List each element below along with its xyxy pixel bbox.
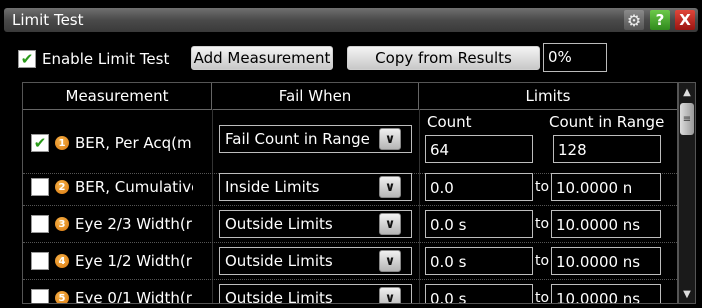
- measurement-number-badge: 3: [55, 217, 69, 231]
- enable-limit-test-checkbox[interactable]: ✔: [18, 50, 36, 68]
- to-label: to: [535, 179, 550, 195]
- copy-from-results-button[interactable]: Copy from Results: [347, 46, 540, 70]
- fail-when-value: Outside Limits: [225, 289, 333, 304]
- fail-when-value: Fail Count in Range: [225, 130, 370, 148]
- help-icon[interactable]: ?: [650, 10, 670, 30]
- scrollbar-thumb[interactable]: ≡: [680, 103, 694, 135]
- add-measurement-button[interactable]: Add Measurement: [191, 46, 333, 70]
- gear-icon[interactable]: ⚙: [624, 10, 644, 30]
- header-fail-when: Fail When: [212, 83, 419, 109]
- fail-when-value: Inside Limits: [225, 178, 320, 196]
- chevron-down-icon[interactable]: ∨: [379, 176, 401, 198]
- to-label: to: [535, 290, 550, 304]
- to-label: to: [535, 253, 550, 269]
- upper-limit-field[interactable]: 10.0000 ns: [551, 284, 661, 303]
- upper-limit-field[interactable]: 10.0000 ns: [551, 247, 661, 275]
- lower-limit-field[interactable]: 0.0 s: [425, 284, 533, 303]
- measurement-number-badge: 1: [55, 136, 69, 150]
- measurement-name: Eye 2/3 Width(r: [75, 215, 192, 233]
- measurement-name: Eye 1/2 Width(r: [75, 252, 192, 270]
- progress-readout: 0%: [543, 43, 607, 72]
- header-limits: Limits: [525, 87, 571, 105]
- count-label: Count: [427, 113, 472, 131]
- checkmark-icon: ✔: [33, 133, 47, 152]
- measurement-number-badge: 4: [55, 254, 69, 268]
- limit-test-panel: Limit Test ⚙ ? X ✔ Enable Limit Test Add…: [0, 0, 702, 308]
- row-checkbox[interactable]: [31, 178, 49, 196]
- measurement-number-badge: 5: [55, 291, 69, 303]
- count-in-range-field[interactable]: 128: [553, 135, 661, 163]
- measurement-name: BER, Per Acq(m: [75, 134, 192, 152]
- chevron-down-icon[interactable]: ∨: [379, 287, 401, 303]
- title-bar: Limit Test ⚙ ? X: [4, 8, 698, 32]
- measurement-name: Eye 0/1 Width(r: [75, 289, 192, 304]
- count-in-range-label: Count in Range: [549, 113, 665, 131]
- window-title: Limit Test: [12, 11, 84, 29]
- row-checkbox[interactable]: ✔: [31, 134, 49, 152]
- checkmark-icon: ✔: [20, 49, 34, 68]
- close-icon[interactable]: X: [675, 10, 695, 30]
- upper-limit-field[interactable]: 10.0000 ns: [551, 210, 661, 238]
- lower-limit-field[interactable]: 0.0 s: [425, 247, 533, 275]
- measurement-number-badge: 2: [55, 180, 69, 194]
- chevron-down-icon[interactable]: ∨: [379, 250, 401, 272]
- fail-when-value: Outside Limits: [225, 252, 333, 270]
- lower-limit-field[interactable]: 0.0: [425, 173, 533, 201]
- enable-limit-test-label: Enable Limit Test: [42, 50, 170, 68]
- count-field[interactable]: 64: [425, 135, 533, 163]
- fail-when-value: Outside Limits: [225, 215, 333, 233]
- scroll-down-arrow-icon[interactable]: ▼: [680, 287, 694, 301]
- vertical-scrollbar[interactable]: ▲ ≡ ▼: [678, 82, 696, 304]
- lower-limit-field[interactable]: 0.0 s: [425, 210, 533, 238]
- to-label: to: [535, 216, 550, 232]
- upper-limit-field[interactable]: 10.0000 n: [551, 173, 661, 201]
- measurement-table: Measurement Fail When Limits ✔ 1 BER, Pe…: [22, 82, 678, 304]
- header-measurement: Measurement: [23, 83, 212, 109]
- row-checkbox[interactable]: [31, 289, 49, 303]
- measurement-name: BER, Cumulative: [75, 178, 193, 196]
- table-header: Measurement Fail When Limits: [23, 83, 677, 110]
- chevron-down-icon[interactable]: ∨: [379, 128, 401, 150]
- row-checkbox[interactable]: [31, 252, 49, 270]
- scroll-up-arrow-icon[interactable]: ▲: [680, 85, 694, 99]
- row-checkbox[interactable]: [31, 215, 49, 233]
- chevron-down-icon[interactable]: ∨: [379, 213, 401, 235]
